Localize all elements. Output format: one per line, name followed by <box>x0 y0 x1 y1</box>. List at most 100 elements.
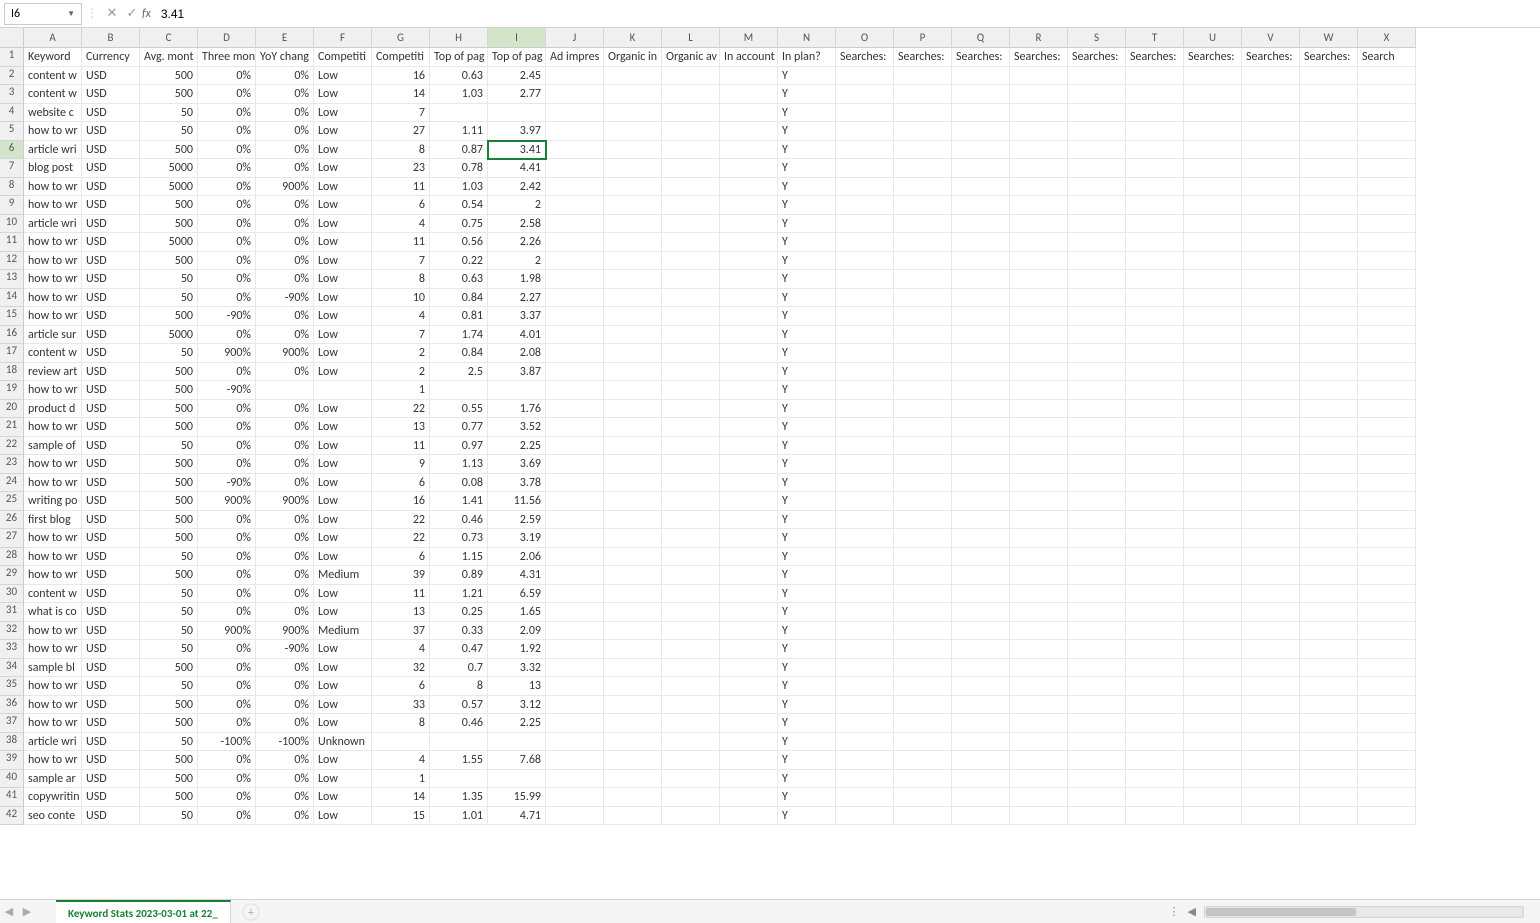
next-sheet-icon[interactable]: ▶ <box>18 900 36 923</box>
row-header[interactable]: 36 <box>0 696 24 715</box>
cell[interactable] <box>1184 714 1242 733</box>
cell[interactable] <box>952 659 1010 678</box>
cell[interactable] <box>720 381 778 400</box>
cell[interactable]: 50 <box>140 270 198 289</box>
cell[interactable]: USD <box>82 418 140 437</box>
cell[interactable]: how to wr <box>24 252 82 271</box>
cell[interactable]: 0% <box>256 474 314 493</box>
cell[interactable]: how to wr <box>24 566 82 585</box>
cell[interactable] <box>1126 270 1184 289</box>
cell[interactable] <box>894 659 952 678</box>
cell[interactable] <box>894 344 952 363</box>
cell[interactable]: 0% <box>198 252 256 271</box>
cell[interactable] <box>1242 733 1300 752</box>
column-header[interactable]: X <box>1358 28 1416 48</box>
cell[interactable] <box>894 566 952 585</box>
cell[interactable]: article wri <box>24 141 82 160</box>
cell[interactable] <box>1068 603 1126 622</box>
cell[interactable] <box>1358 788 1416 807</box>
cell[interactable]: 0% <box>256 455 314 474</box>
cell[interactable]: Y <box>778 326 836 345</box>
cell[interactable] <box>1010 104 1068 123</box>
cell[interactable]: 11 <box>372 178 430 197</box>
cell[interactable] <box>1010 714 1068 733</box>
cell[interactable] <box>1010 807 1068 826</box>
cell[interactable]: Searches: <box>1010 48 1068 67</box>
cell[interactable] <box>1010 455 1068 474</box>
cell[interactable] <box>836 640 894 659</box>
cell[interactable]: seo conte <box>24 807 82 826</box>
cell[interactable] <box>1358 455 1416 474</box>
cell[interactable] <box>894 289 952 308</box>
cell[interactable] <box>662 529 720 548</box>
cell[interactable]: 2 <box>488 196 546 215</box>
cell[interactable] <box>1126 289 1184 308</box>
cell[interactable]: Y <box>778 252 836 271</box>
row-header[interactable]: 39 <box>0 751 24 770</box>
cell[interactable] <box>546 548 604 567</box>
cell[interactable]: Y <box>778 178 836 197</box>
cell[interactable] <box>1300 289 1358 308</box>
cell[interactable] <box>894 270 952 289</box>
cell[interactable] <box>894 437 952 456</box>
cell[interactable] <box>836 400 894 419</box>
cell[interactable] <box>430 104 488 123</box>
cell[interactable]: Low <box>314 529 372 548</box>
cell[interactable] <box>1358 733 1416 752</box>
cell[interactable] <box>1010 677 1068 696</box>
cell[interactable]: how to wr <box>24 381 82 400</box>
cell[interactable]: Searches: <box>1300 48 1358 67</box>
cell[interactable]: Low <box>314 548 372 567</box>
cell[interactable]: sample ar <box>24 770 82 789</box>
cell[interactable]: content w <box>24 67 82 86</box>
cell[interactable] <box>1068 344 1126 363</box>
cell[interactable]: Searches: <box>1184 48 1242 67</box>
cell[interactable]: -100% <box>198 733 256 752</box>
cell[interactable]: 5000 <box>140 326 198 345</box>
cell[interactable] <box>720 474 778 493</box>
cell[interactable] <box>894 474 952 493</box>
cell[interactable]: 4.41 <box>488 159 546 178</box>
cell[interactable]: Low <box>314 344 372 363</box>
cell[interactable] <box>604 622 662 641</box>
cell[interactable] <box>1300 67 1358 86</box>
row-header[interactable]: 17 <box>0 344 24 363</box>
cell[interactable] <box>662 122 720 141</box>
cell[interactable] <box>1010 270 1068 289</box>
cell[interactable]: 0% <box>198 85 256 104</box>
cell[interactable] <box>546 122 604 141</box>
cell[interactable] <box>546 141 604 160</box>
cell[interactable]: Y <box>778 159 836 178</box>
cell[interactable]: 3.32 <box>488 659 546 678</box>
cell[interactable] <box>604 770 662 789</box>
cell[interactable]: Low <box>314 714 372 733</box>
cell[interactable] <box>1010 437 1068 456</box>
cell[interactable] <box>430 733 488 752</box>
cell[interactable] <box>662 270 720 289</box>
cell[interactable] <box>1010 159 1068 178</box>
cell[interactable] <box>894 122 952 141</box>
cell[interactable] <box>952 640 1010 659</box>
cell[interactable] <box>836 381 894 400</box>
column-header[interactable]: N <box>778 28 836 48</box>
cell[interactable]: 900% <box>256 492 314 511</box>
cell[interactable] <box>1010 400 1068 419</box>
cell[interactable] <box>1184 85 1242 104</box>
row-header[interactable]: 10 <box>0 215 24 234</box>
cell[interactable]: 500 <box>140 215 198 234</box>
cell[interactable] <box>720 455 778 474</box>
cell[interactable]: Searches: <box>1126 48 1184 67</box>
cell[interactable]: 16 <box>372 67 430 86</box>
cell[interactable] <box>1184 788 1242 807</box>
cell[interactable] <box>546 751 604 770</box>
cell[interactable]: how to wr <box>24 122 82 141</box>
column-header[interactable]: U <box>1184 28 1242 48</box>
column-header[interactable]: R <box>1010 28 1068 48</box>
cell[interactable]: 0% <box>198 196 256 215</box>
cell[interactable] <box>952 566 1010 585</box>
cell[interactable]: writing po <box>24 492 82 511</box>
row-header[interactable]: 33 <box>0 640 24 659</box>
cell[interactable]: 900% <box>256 178 314 197</box>
cell[interactable] <box>1358 659 1416 678</box>
cell[interactable]: -90% <box>198 474 256 493</box>
